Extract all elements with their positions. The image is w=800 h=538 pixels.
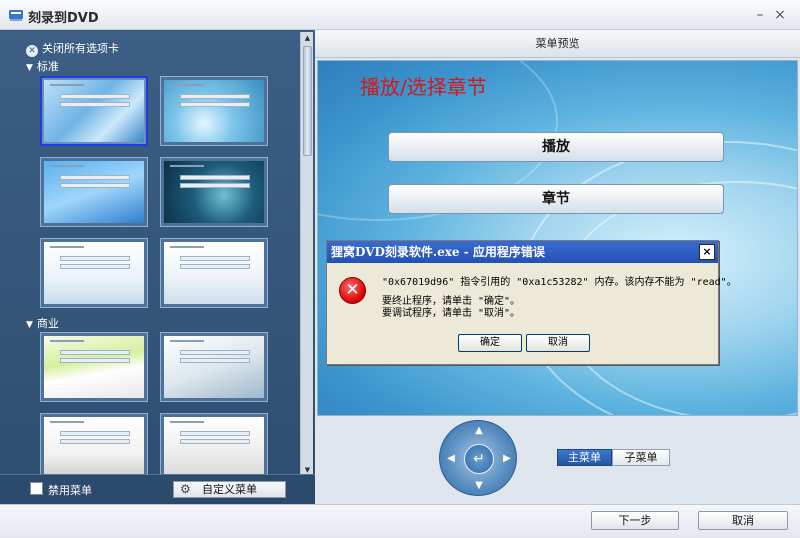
template-image xyxy=(44,161,144,223)
template-image xyxy=(44,80,144,142)
template-image xyxy=(164,80,264,142)
close-all-tabs-label: 关闭所有选项卡 xyxy=(42,42,119,55)
category-business-label: 商业 xyxy=(36,317,59,330)
title-bar: 刻录到DVD – × xyxy=(0,0,800,30)
window-title: 刻录到DVD xyxy=(28,11,99,26)
template-thumbnail[interactable] xyxy=(160,76,268,146)
nav-right-icon[interactable]: ▶ xyxy=(501,453,513,465)
burn-dvd-window: 刻录到DVD – × ✕ 关闭所有选项卡 ▼ 标准 ▼ 商业 ▲ ▼ 禁用菜单 … xyxy=(0,0,800,538)
error-icon: ✕ xyxy=(339,277,366,304)
chapters-menu-button[interactable]: 章节 xyxy=(388,184,724,214)
category-standard[interactable]: ▼ 标准 xyxy=(26,58,59,74)
template-thumbnail[interactable] xyxy=(40,238,148,308)
preview-navigation: ▲ ▼ ◀ ▶ ↵ 主菜单 子菜单 xyxy=(315,418,800,504)
application-error-dialog: 狸窝DVD刻录软件.exe - 应用程序错误 × ✕ "0x67019d96" … xyxy=(326,240,737,365)
scrollbar-thumb[interactable] xyxy=(303,46,312,156)
template-image xyxy=(164,417,264,476)
dialog-close-button[interactable]: × xyxy=(699,244,715,260)
nav-up-icon[interactable]: ▲ xyxy=(473,425,485,437)
navigation-dpad[interactable]: ▲ ▼ ◀ ▶ ↵ xyxy=(439,420,517,496)
disable-menu-label: 禁用菜单 xyxy=(48,484,92,497)
dialog-ok-button[interactable]: 确定 xyxy=(458,334,522,352)
template-image xyxy=(44,336,144,398)
close-window-button[interactable]: × xyxy=(770,5,790,25)
template-thumbnail[interactable] xyxy=(160,157,268,227)
template-thumbnail[interactable] xyxy=(40,332,148,402)
dialog-title: 狸窝DVD刻录软件.exe - 应用程序错误 xyxy=(327,241,718,263)
expand-triangle-icon: ▼ xyxy=(26,63,33,73)
category-standard-label: 标准 xyxy=(36,60,59,73)
gear-icon: ⚙ xyxy=(180,482,191,496)
error-message-line: "0x67019d96" 指令引用的 "0xa1c53282" 内存。该内存不能… xyxy=(382,277,737,288)
template-image xyxy=(164,161,264,223)
close-tabs-icon: ✕ xyxy=(26,45,38,57)
template-panel: ✕ 关闭所有选项卡 ▼ 标准 ▼ 商业 ▲ ▼ 禁用菜单 ⚙ 自定义菜单 xyxy=(0,30,315,504)
tab-sub-menu[interactable]: 子菜单 xyxy=(612,449,670,466)
template-panel-footer: 禁用菜单 ⚙ 自定义菜单 xyxy=(0,474,315,504)
template-thumbnail[interactable] xyxy=(160,413,268,476)
custom-menu-label: 自定义菜单 xyxy=(202,483,257,496)
template-image xyxy=(44,242,144,304)
minimize-button[interactable]: – xyxy=(750,5,770,25)
template-thumbnail[interactable] xyxy=(40,76,148,146)
next-step-button[interactable]: 下一步 xyxy=(591,511,679,530)
nav-left-icon[interactable]: ◀ xyxy=(445,453,457,465)
nav-down-icon[interactable]: ▼ xyxy=(473,480,485,492)
custom-menu-button[interactable]: ⚙ 自定义菜单 xyxy=(173,481,286,498)
template-list: ✕ 关闭所有选项卡 ▼ 标准 ▼ 商业 xyxy=(20,36,298,476)
cancel-button[interactable]: 取消 xyxy=(698,511,788,530)
preview-header: 菜单预览 xyxy=(315,30,800,58)
template-scrollbar[interactable]: ▲ ▼ xyxy=(300,32,313,476)
play-menu-button[interactable]: 播放 xyxy=(388,132,724,162)
tab-main-menu[interactable]: 主菜单 xyxy=(557,449,612,466)
disable-menu-checkbox[interactable] xyxy=(30,482,43,495)
wizard-footer: 下一步 取消 xyxy=(0,504,800,538)
template-thumbnail[interactable] xyxy=(160,332,268,402)
template-thumbnail[interactable] xyxy=(40,157,148,227)
template-image xyxy=(164,336,264,398)
dialog-cancel-button[interactable]: 取消 xyxy=(526,334,590,352)
preview-menu-title: 播放/选择章节 xyxy=(360,75,487,99)
template-image xyxy=(164,242,264,304)
enter-icon[interactable]: ↵ xyxy=(464,444,494,474)
template-thumbnail[interactable] xyxy=(160,238,268,308)
dvd-burner-icon xyxy=(9,10,23,21)
template-thumbnail[interactable] xyxy=(40,413,148,476)
error-message-line: 要调试程序，请单击 "取消"。 xyxy=(382,308,521,319)
scroll-up-icon[interactable]: ▲ xyxy=(301,32,314,44)
template-image xyxy=(44,417,144,476)
category-business[interactable]: ▼ 商业 xyxy=(26,315,59,331)
expand-triangle-icon: ▼ xyxy=(26,320,33,330)
close-all-tabs-link[interactable]: ✕ 关闭所有选项卡 xyxy=(26,40,119,57)
